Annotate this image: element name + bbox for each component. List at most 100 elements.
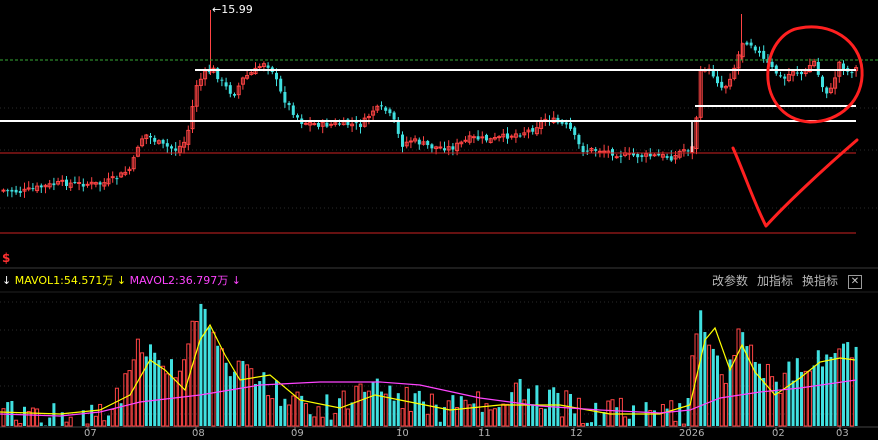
volume-bar [233, 371, 236, 426]
candle-body [60, 179, 65, 182]
volume-bar [18, 423, 23, 427]
volume-bar [774, 381, 778, 426]
add-indicator-button[interactable]: 加指标 [757, 274, 793, 288]
volume-bar [329, 419, 333, 426]
volume-bar [64, 421, 69, 427]
candle-body [39, 185, 43, 188]
volume-bar [770, 376, 775, 427]
candle-body [669, 156, 673, 161]
volume-bar [527, 388, 530, 426]
volume-bar [531, 404, 535, 426]
volume-bar [182, 359, 187, 427]
volume-bar [14, 419, 19, 427]
candle-body [430, 144, 434, 149]
candle-body [161, 139, 165, 144]
volume-bar [699, 310, 703, 426]
candle-body [98, 182, 102, 185]
volume-bar [719, 374, 724, 427]
volume-bar [778, 392, 783, 427]
switch-indicator-button[interactable]: 换指标 [802, 274, 838, 288]
candle-body [31, 188, 35, 190]
volume-bar [569, 393, 572, 426]
volume-bar [803, 370, 808, 427]
volume-bar [283, 398, 287, 426]
volume-bar [345, 408, 350, 427]
volume-bar [681, 423, 686, 427]
candle-body [770, 61, 774, 68]
candle-body [569, 122, 572, 129]
volume-bar [480, 411, 484, 426]
candle-body [401, 134, 404, 147]
volume-bar [590, 422, 593, 426]
candle-body [783, 76, 787, 79]
volume-bar [846, 342, 850, 426]
candle-body [632, 153, 635, 156]
dollar-marker[interactable]: $ [2, 251, 10, 265]
volume-bar [417, 390, 421, 426]
candle-body [279, 78, 283, 92]
volume-bar [207, 327, 211, 426]
volume-bar [140, 352, 145, 427]
volume-bar [262, 372, 266, 426]
volume-bar [102, 420, 107, 427]
candle-body [338, 123, 341, 125]
change-params-button[interactable]: 改参数 [712, 274, 748, 288]
candle-body [10, 189, 14, 192]
candle-body [476, 136, 480, 140]
candle-body [220, 79, 224, 81]
candle-body [388, 109, 392, 114]
candle-body [396, 120, 400, 134]
candle-body [73, 182, 77, 184]
volume-bar [425, 413, 430, 427]
volume-bar [149, 344, 152, 426]
candle-body [720, 81, 724, 88]
candle-body [18, 191, 22, 193]
volume-bar [30, 407, 35, 427]
mavol2-value: 36.797万 [178, 274, 229, 287]
volume-bar [127, 370, 132, 427]
candle-body [384, 107, 388, 111]
volume-bar [821, 366, 824, 426]
volume-bar [505, 403, 510, 427]
volume-bar [472, 403, 476, 426]
candle-body [573, 127, 577, 135]
candle-body [594, 149, 598, 151]
volume-bar [825, 354, 829, 426]
volume-bar [39, 422, 43, 426]
candle-body [359, 123, 362, 128]
volume-bar [396, 393, 400, 426]
candle-body [640, 155, 644, 158]
volume-bar [383, 393, 388, 427]
volume-bar [669, 400, 674, 427]
volume-bar [765, 363, 770, 427]
volume-bar [375, 378, 379, 426]
candle-body [408, 140, 413, 143]
volume-bar [585, 422, 589, 426]
mavol-legend: ↓ MAVOL1:54.571万 ↓ MAVOL2:36.797万 ↓ [2, 274, 241, 287]
volume-bar [736, 328, 741, 427]
volume-bar [627, 418, 631, 426]
candle-body [531, 128, 535, 132]
volume-bar [90, 404, 94, 426]
volume-bar [236, 360, 241, 427]
volume-bar [392, 400, 396, 426]
volume-bar [548, 389, 551, 426]
arrow-down-icon: ↓ [231, 274, 241, 287]
mavol1-value: 54.571万 [63, 274, 114, 287]
volume-bar [254, 383, 257, 426]
volume-bar [266, 395, 271, 427]
candle-body [65, 179, 68, 186]
volume-bar [404, 386, 409, 427]
volume-bar [576, 397, 581, 427]
candle-body [657, 153, 661, 156]
close-icon[interactable]: ✕ [848, 275, 862, 289]
volume-bar [35, 408, 40, 427]
candle-body [842, 63, 845, 70]
volume-bar [325, 394, 329, 426]
volume-bar [632, 405, 635, 426]
volume-bar [758, 363, 761, 426]
volume-bar [170, 359, 173, 426]
volume-bar [598, 425, 602, 426]
candle-body [443, 148, 446, 151]
candle-body [648, 153, 652, 157]
